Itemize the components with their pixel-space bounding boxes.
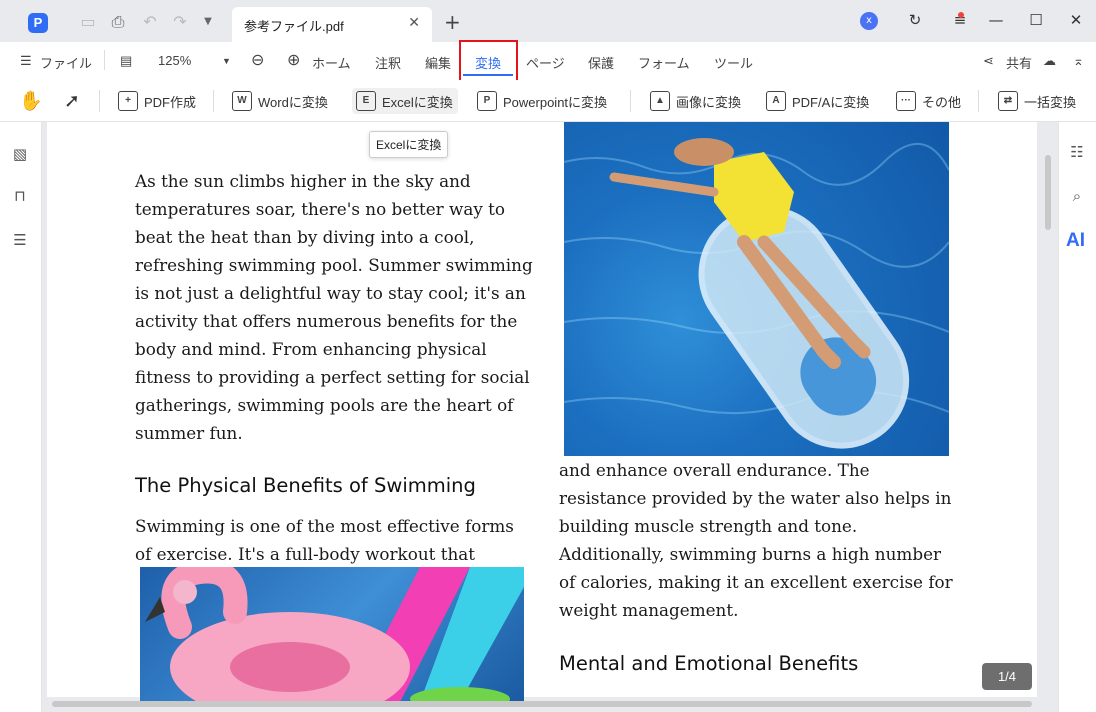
pdf-create-label: PDF作成: [144, 94, 197, 110]
to-powerpoint-button[interactable]: P Powerpointに変換: [477, 88, 607, 114]
tab-protect[interactable]: 保護: [588, 53, 614, 72]
chevron-down-icon[interactable]: ▼: [198, 12, 218, 32]
tooltip: Excelに変換: [369, 131, 449, 158]
tab-annotate[interactable]: 注釈: [375, 53, 401, 72]
to-image-label: 画像に変換: [676, 94, 742, 110]
image-icon: ▲: [650, 91, 670, 111]
pdf-create-icon: +: [118, 91, 138, 111]
right-sidebar: ☷ ⌕: [1058, 122, 1096, 712]
tab-tools[interactable]: ツール: [714, 53, 753, 72]
document-tab-title: 参考ファイル.pdf: [244, 19, 344, 34]
vertical-scrollbar[interactable]: [1045, 155, 1051, 230]
paragraph: As the sun climbs higher in the sky and …: [135, 171, 533, 443]
properties-icon[interactable]: ☷: [1067, 142, 1087, 162]
print-icon[interactable]: ⎙: [108, 12, 128, 32]
to-powerpoint-label: Powerpointに変換: [503, 94, 608, 110]
collapse-icon[interactable]: ⌅: [1073, 53, 1084, 69]
menu-file[interactable]: ファイル: [40, 53, 92, 72]
convert-toolbar: ✋ ➚ + PDF作成 W Wordに変換 E Excelに変換 P Power…: [0, 80, 1096, 122]
sync-icon[interactable]: ↻: [905, 10, 925, 30]
pdf-create-button[interactable]: + PDF作成: [118, 88, 196, 114]
horizontal-scrollbar[interactable]: [52, 701, 1032, 707]
zoom-dropdown-icon[interactable]: ▼: [222, 56, 231, 66]
flamingo-float-photo: [140, 567, 524, 702]
ai-assistant-icon[interactable]: AI: [1066, 230, 1085, 252]
section-heading: Mental and Emotional Benefits: [559, 652, 859, 675]
page-fit-icon[interactable]: ▤: [120, 53, 132, 69]
document-tab[interactable]: 参考ファイル.pdf ✕: [232, 7, 432, 42]
pool-photo: [564, 122, 949, 456]
highlight-box: [459, 40, 518, 83]
search-icon[interactable]: ⌕: [1067, 186, 1087, 206]
title-bar: P ▭ ⎙ ↶ ↷ ▼ 参考ファイル.pdf ✕ + x ↻ ≡ — ☐ ✕: [0, 0, 1096, 42]
share-button[interactable]: 共有: [1006, 53, 1032, 72]
word-icon: W: [232, 91, 252, 111]
divider: [104, 50, 105, 70]
app-logo-icon: P: [28, 13, 48, 33]
paragraph: and enhance overall endurance. The resis…: [559, 460, 953, 620]
left-sidebar: ▧ ⊓ ☰: [0, 122, 42, 712]
avatar[interactable]: x: [860, 12, 878, 30]
other-label: その他: [922, 94, 962, 110]
minimize-button[interactable]: —: [986, 10, 1006, 30]
divider: [213, 90, 214, 112]
bookmark-icon[interactable]: ⊓: [10, 186, 30, 206]
menu-bar: ☰ ファイル ▤ 125% ▼ ⊖ ⊕ ホーム 注釈 編集 変換 ページ 保護 …: [0, 42, 1096, 80]
document-viewer[interactable]: As the sun climbs higher in the sky and …: [42, 122, 1058, 712]
other-button[interactable]: ··· その他: [896, 88, 961, 114]
undo-icon[interactable]: ↶: [140, 12, 160, 32]
to-word-label: Wordに変換: [258, 94, 328, 110]
batch-icon: ⇄: [998, 91, 1018, 111]
cloud-upload-icon[interactable]: ☁: [1043, 53, 1056, 69]
tab-form[interactable]: フォーム: [638, 53, 690, 72]
to-excel-label: Excelに変換: [382, 94, 453, 110]
tab-edit[interactable]: 編集: [425, 53, 451, 72]
to-image-button[interactable]: ▲ 画像に変換: [650, 88, 741, 114]
divider: [630, 90, 631, 112]
tab-home[interactable]: ホーム: [312, 53, 351, 72]
save-icon[interactable]: ▭: [78, 12, 98, 32]
excel-icon: E: [356, 91, 376, 111]
select-tool-icon[interactable]: ➚: [64, 88, 80, 114]
paragraph: Swimming is one of the most effective fo…: [135, 516, 514, 564]
pdf-page: As the sun climbs higher in the sky and …: [47, 122, 1037, 702]
more-icon: ···: [896, 91, 916, 111]
divider: [99, 90, 100, 112]
notification-dot: [958, 12, 964, 18]
to-pdfa-button[interactable]: A PDF/Aに変換: [766, 88, 869, 114]
powerpoint-icon: P: [477, 91, 497, 111]
close-window-button[interactable]: ✕: [1066, 10, 1086, 30]
comment-icon[interactable]: ☰: [10, 230, 30, 250]
batch-convert-button[interactable]: ⇄ 一括変換: [998, 88, 1076, 114]
hand-tool-icon[interactable]: ✋: [19, 88, 43, 114]
maximize-button[interactable]: ☐: [1026, 10, 1046, 30]
page-indicator: 1/4: [982, 663, 1032, 690]
batch-label: 一括変換: [1024, 94, 1077, 110]
section-heading: The Physical Benefits of Swimming: [135, 474, 476, 497]
redo-icon[interactable]: ↷: [170, 12, 190, 32]
to-excel-button[interactable]: E Excelに変換: [352, 88, 458, 114]
close-tab-icon[interactable]: ✕: [408, 15, 420, 31]
tab-page[interactable]: ページ: [526, 53, 565, 72]
thumbnail-icon[interactable]: ▧: [10, 144, 30, 164]
zoom-in-icon[interactable]: ⊕: [287, 50, 300, 70]
pdfa-icon: A: [766, 91, 786, 111]
divider: [978, 90, 979, 112]
hamburger-icon[interactable]: ☰: [20, 53, 32, 69]
to-word-button[interactable]: W Wordに変換: [232, 88, 328, 114]
to-pdfa-label: PDF/Aに変換: [792, 94, 870, 110]
share-icon[interactable]: ⋖: [983, 53, 994, 69]
new-tab-button[interactable]: +: [444, 10, 461, 34]
zoom-out-icon[interactable]: ⊖: [251, 50, 264, 70]
zoom-value[interactable]: 125%: [158, 53, 191, 68]
